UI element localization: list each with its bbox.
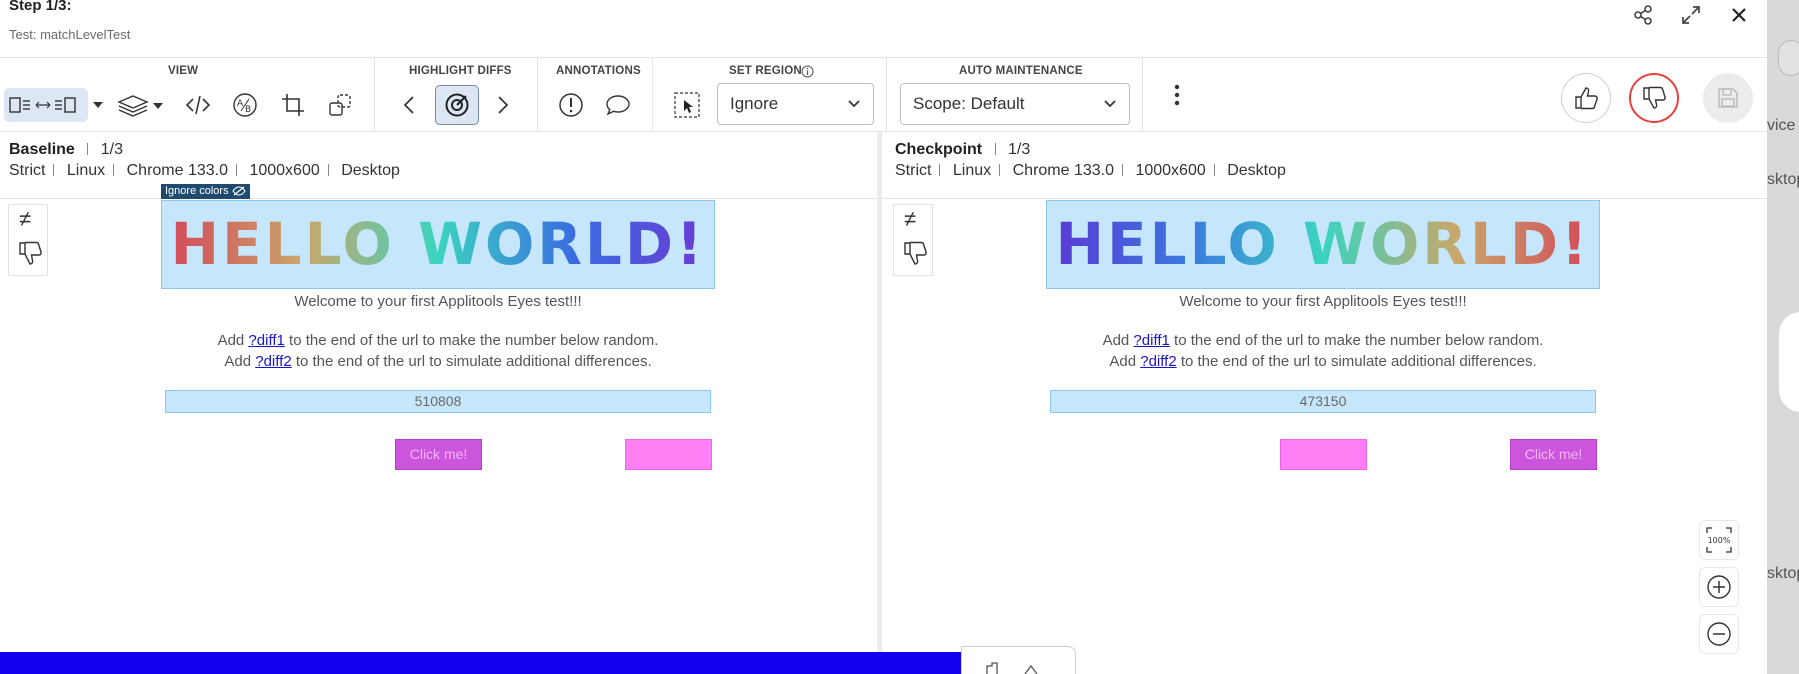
checkpoint-title: Checkpoint bbox=[895, 141, 983, 158]
welcome-text: Welcome to your first Applitools Eyes te… bbox=[1179, 293, 1467, 310]
checkpoint-side-tools: ≠ bbox=[893, 204, 933, 276]
thumbs-down-button[interactable] bbox=[1629, 73, 1679, 123]
baseline-meta: Strict Linux Chrome 133.0 1000x600 Deskt… bbox=[9, 162, 400, 180]
thumbs-up-button[interactable] bbox=[1561, 73, 1611, 123]
hello-world-text: HELLO WORLD! bbox=[170, 210, 705, 278]
diff2-link[interactable]: ?diff2 bbox=[255, 353, 291, 370]
side-by-side-view-button[interactable] bbox=[4, 88, 88, 122]
expand-icon[interactable] bbox=[1678, 2, 1704, 28]
checkpoint-meta: Strict Linux Chrome 133.0 1000x600 Deskt… bbox=[895, 162, 1286, 180]
baseline-count: 1/3 bbox=[100, 141, 123, 158]
next-diff-icon[interactable] bbox=[486, 88, 520, 122]
background-text: sktop bbox=[1767, 171, 1799, 188]
layers-icon[interactable] bbox=[114, 88, 166, 122]
device: Desktop bbox=[1227, 162, 1286, 179]
click-me-button[interactable]: Click me! bbox=[395, 439, 482, 470]
region-type-dropdown[interactable]: Ignore bbox=[717, 83, 874, 125]
bottom-card[interactable] bbox=[961, 646, 1076, 674]
chevron-down-icon bbox=[847, 96, 861, 116]
hello-world-region[interactable]: HELLO WORLD! bbox=[161, 200, 715, 289]
random-number: 510808 bbox=[165, 390, 711, 413]
save-button[interactable] bbox=[1703, 73, 1753, 123]
viewport: 1000x600 bbox=[1135, 162, 1206, 179]
fit-to-100-icon[interactable]: 100% bbox=[1699, 520, 1739, 560]
view-mode-caret-icon[interactable] bbox=[88, 88, 108, 122]
ab-compare-icon[interactable]: AB bbox=[228, 88, 262, 122]
svg-text:B: B bbox=[245, 105, 251, 115]
issue-annotation-icon[interactable] bbox=[554, 88, 588, 122]
browser: Chrome 133.0 bbox=[126, 162, 228, 179]
diff2-link[interactable]: ?diff2 bbox=[1140, 353, 1176, 370]
thumbs-down-icon[interactable] bbox=[18, 241, 42, 272]
hello-world-region[interactable]: HELLO WORLD! bbox=[1046, 200, 1600, 289]
viewport: 1000x600 bbox=[249, 162, 320, 179]
compare-regions-icon[interactable] bbox=[323, 88, 357, 122]
chevron-down-icon bbox=[1103, 96, 1117, 116]
step-title: Step 1/3: bbox=[9, 0, 72, 14]
ignore-colors-label: Ignore colors bbox=[165, 185, 229, 197]
close-icon[interactable] bbox=[1726, 2, 1752, 28]
match-level: Strict bbox=[895, 162, 932, 179]
diff1-link[interactable]: ?diff1 bbox=[1133, 332, 1169, 349]
instruction-line-1: Add ?diff1 to the end of the url to make… bbox=[217, 332, 659, 349]
scope-dropdown[interactable]: Scope: Default bbox=[900, 83, 1130, 125]
os: Linux bbox=[952, 162, 992, 179]
crop-icon[interactable] bbox=[276, 88, 310, 122]
panel-divider[interactable] bbox=[877, 132, 882, 652]
code-view-icon[interactable] bbox=[181, 88, 215, 122]
match-level: Strict bbox=[9, 162, 46, 179]
os: Linux bbox=[66, 162, 106, 179]
info-icon[interactable] bbox=[801, 65, 814, 83]
baseline-side-tools: ≠ bbox=[8, 204, 48, 276]
scope-value: Scope: Default bbox=[913, 94, 1025, 113]
test-name: Test: matchLevelTest bbox=[9, 27, 131, 42]
not-equal-icon[interactable]: ≠ bbox=[19, 206, 31, 232]
background-text: vice bbox=[1767, 117, 1796, 134]
fit-to-100-label: 100% bbox=[1708, 536, 1731, 545]
zoom-out-icon[interactable] bbox=[1699, 614, 1739, 654]
region-select-icon[interactable] bbox=[670, 88, 704, 122]
previous-diff-icon[interactable] bbox=[392, 88, 426, 122]
random-number: 473150 bbox=[1050, 390, 1596, 413]
baseline-header: Baseline 1/3 bbox=[9, 141, 123, 159]
share-icon[interactable] bbox=[1630, 2, 1656, 28]
device: Desktop bbox=[341, 162, 400, 179]
highlight-diffs-label: HIGHLIGHT DIFFS bbox=[409, 65, 512, 77]
background-text: sktop bbox=[1767, 565, 1799, 582]
more-options-icon[interactable] bbox=[1160, 78, 1194, 112]
click-me-button[interactable]: Click me! bbox=[1510, 439, 1597, 470]
pink-block bbox=[625, 439, 712, 470]
background-toolbar-button bbox=[1778, 40, 1799, 76]
ignore-colors-tag[interactable]: Ignore colors bbox=[161, 184, 250, 199]
eye-off-icon bbox=[231, 186, 246, 201]
checkpoint-header: Checkpoint 1/3 bbox=[895, 141, 1030, 159]
browser: Chrome 133.0 bbox=[1012, 162, 1114, 179]
instruction-line-2: Add ?diff2 to the end of the url to simu… bbox=[224, 353, 652, 370]
bottom-banner bbox=[0, 652, 961, 674]
hello-world-text: HELLO WORLD! bbox=[1055, 210, 1590, 278]
instruction-line-2: Add ?diff2 to the end of the url to simu… bbox=[1109, 353, 1537, 370]
set-region-label: SET REGION bbox=[729, 65, 802, 77]
comment-annotation-icon[interactable] bbox=[601, 88, 635, 122]
instruction-line-1: Add ?diff1 to the end of the url to make… bbox=[1102, 332, 1544, 349]
highlight-diffs-toggle-icon[interactable] bbox=[435, 85, 479, 125]
annotations-label: ANNOTATIONS bbox=[556, 65, 641, 77]
welcome-text: Welcome to your first Applitools Eyes te… bbox=[294, 293, 582, 310]
auto-maintenance-label: AUTO MAINTENANCE bbox=[959, 65, 1083, 77]
view-label: VIEW bbox=[168, 65, 199, 77]
diff1-link[interactable]: ?diff1 bbox=[248, 332, 284, 349]
not-equal-icon[interactable]: ≠ bbox=[904, 206, 916, 232]
baseline-title: Baseline bbox=[9, 141, 75, 158]
pink-block bbox=[1280, 439, 1367, 470]
region-type-value: Ignore bbox=[730, 94, 779, 113]
toolbar: VIEW HIGHLIGHT DIFFS ANNOTATIONS SET REG… bbox=[0, 57, 1767, 132]
thumbs-down-icon[interactable] bbox=[903, 241, 927, 272]
panel-collapse-tab[interactable] bbox=[1779, 312, 1799, 412]
checkpoint-count: 1/3 bbox=[1008, 141, 1031, 158]
zoom-in-icon[interactable] bbox=[1699, 567, 1739, 607]
